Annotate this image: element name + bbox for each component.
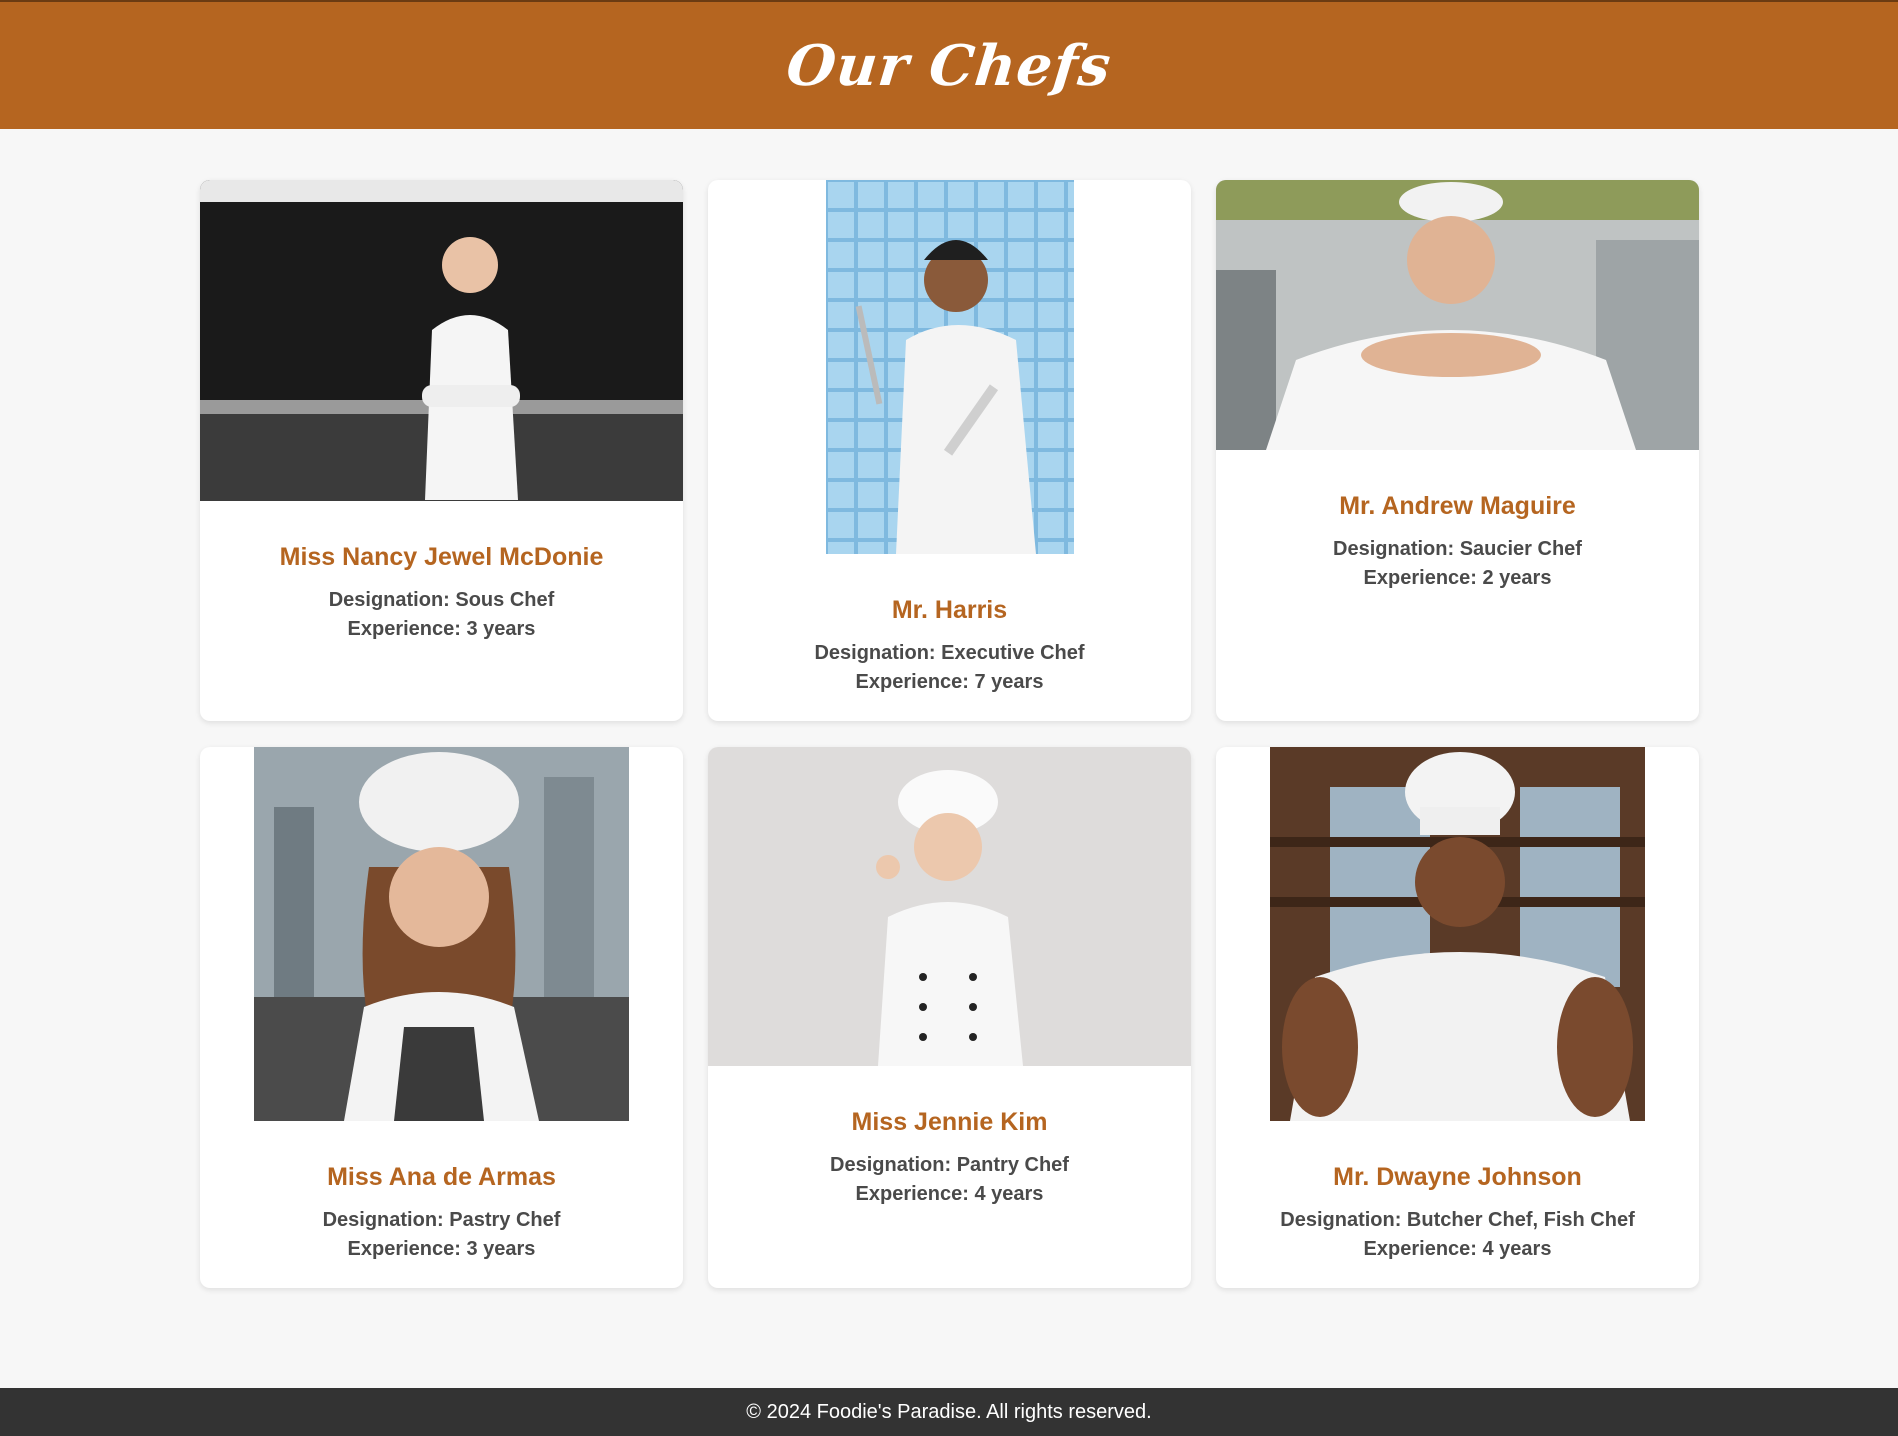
chef-photo (825, 180, 1074, 554)
chef-experience: Experience: 2 years (1363, 567, 1552, 589)
chef-experience: Experience: 4 years (1363, 1238, 1552, 1260)
chef-card: Mr. Dwayne Johnson Designation: Butcher … (1216, 747, 1699, 1288)
chef-info: Miss Nancy Jewel McDonie Designation: So… (280, 501, 604, 644)
page-title: Our Chefs (783, 32, 1115, 99)
chef-experience: Experience: 3 years (347, 618, 536, 640)
chef-designation: Designation: Executive Chef (814, 642, 1085, 664)
page-footer: © 2024 Foodie's Paradise. All rights res… (0, 1388, 1898, 1436)
chef-info: Mr. Dwayne Johnson Designation: Butcher … (1280, 1121, 1634, 1264)
chef-card: Mr. Andrew Maguire Designation: Saucier … (1216, 180, 1699, 721)
chefs-grid: Miss Nancy Jewel McDonie Designation: So… (200, 180, 1700, 1288)
chef-card: Miss Ana de Armas Designation: Pastry Ch… (200, 747, 683, 1288)
chef-designation: Designation: Saucier Chef (1333, 538, 1582, 560)
chef-designation: Designation: Pastry Chef (322, 1209, 561, 1231)
chef-experience: Experience: 3 years (347, 1238, 536, 1260)
chef-name: Miss Nancy Jewel McDonie (279, 543, 604, 571)
chef-info: Mr. Andrew Maguire Designation: Saucier … (1333, 450, 1582, 593)
chef-experience: Experience: 7 years (855, 671, 1044, 693)
copyright-text: © 2024 Foodie's Paradise. All rights res… (746, 1400, 1152, 1423)
chef-name: Miss Ana de Armas (327, 1163, 556, 1191)
chef-designation: Designation: Sous Chef (328, 589, 555, 611)
chef-name: Miss Jennie Kim (851, 1108, 1048, 1136)
chef-designation: Designation: Butcher Chef, Fish Chef (1280, 1209, 1635, 1231)
chefs-page: Our Chefs Miss Nancy Jewel McDonie Desig… (0, 0, 1898, 1436)
chef-photo (1270, 747, 1645, 1121)
chef-photo (200, 180, 683, 501)
chef-info: Mr. Harris Designation: Executive Chef E… (814, 554, 1084, 697)
chef-card: Miss Nancy Jewel McDonie Designation: So… (200, 180, 683, 721)
chef-photo (254, 747, 629, 1121)
chef-experience: Experience: 4 years (855, 1183, 1044, 1205)
chef-designation: Designation: Pantry Chef (830, 1154, 1069, 1176)
chef-card: Mr. Harris Designation: Executive Chef E… (708, 180, 1191, 721)
chef-info: Miss Ana de Armas Designation: Pastry Ch… (323, 1121, 561, 1264)
chef-photo (1216, 180, 1699, 450)
chef-card: Miss Jennie Kim Designation: Pantry Chef… (708, 747, 1191, 1288)
page-header: Our Chefs (0, 0, 1898, 129)
chef-name: Mr. Dwayne Johnson (1333, 1163, 1582, 1191)
chef-info: Miss Jennie Kim Designation: Pantry Chef… (830, 1066, 1069, 1209)
chef-name: Mr. Andrew Maguire (1339, 492, 1576, 520)
chef-name: Mr. Harris (891, 596, 1008, 624)
chef-photo (708, 747, 1191, 1066)
